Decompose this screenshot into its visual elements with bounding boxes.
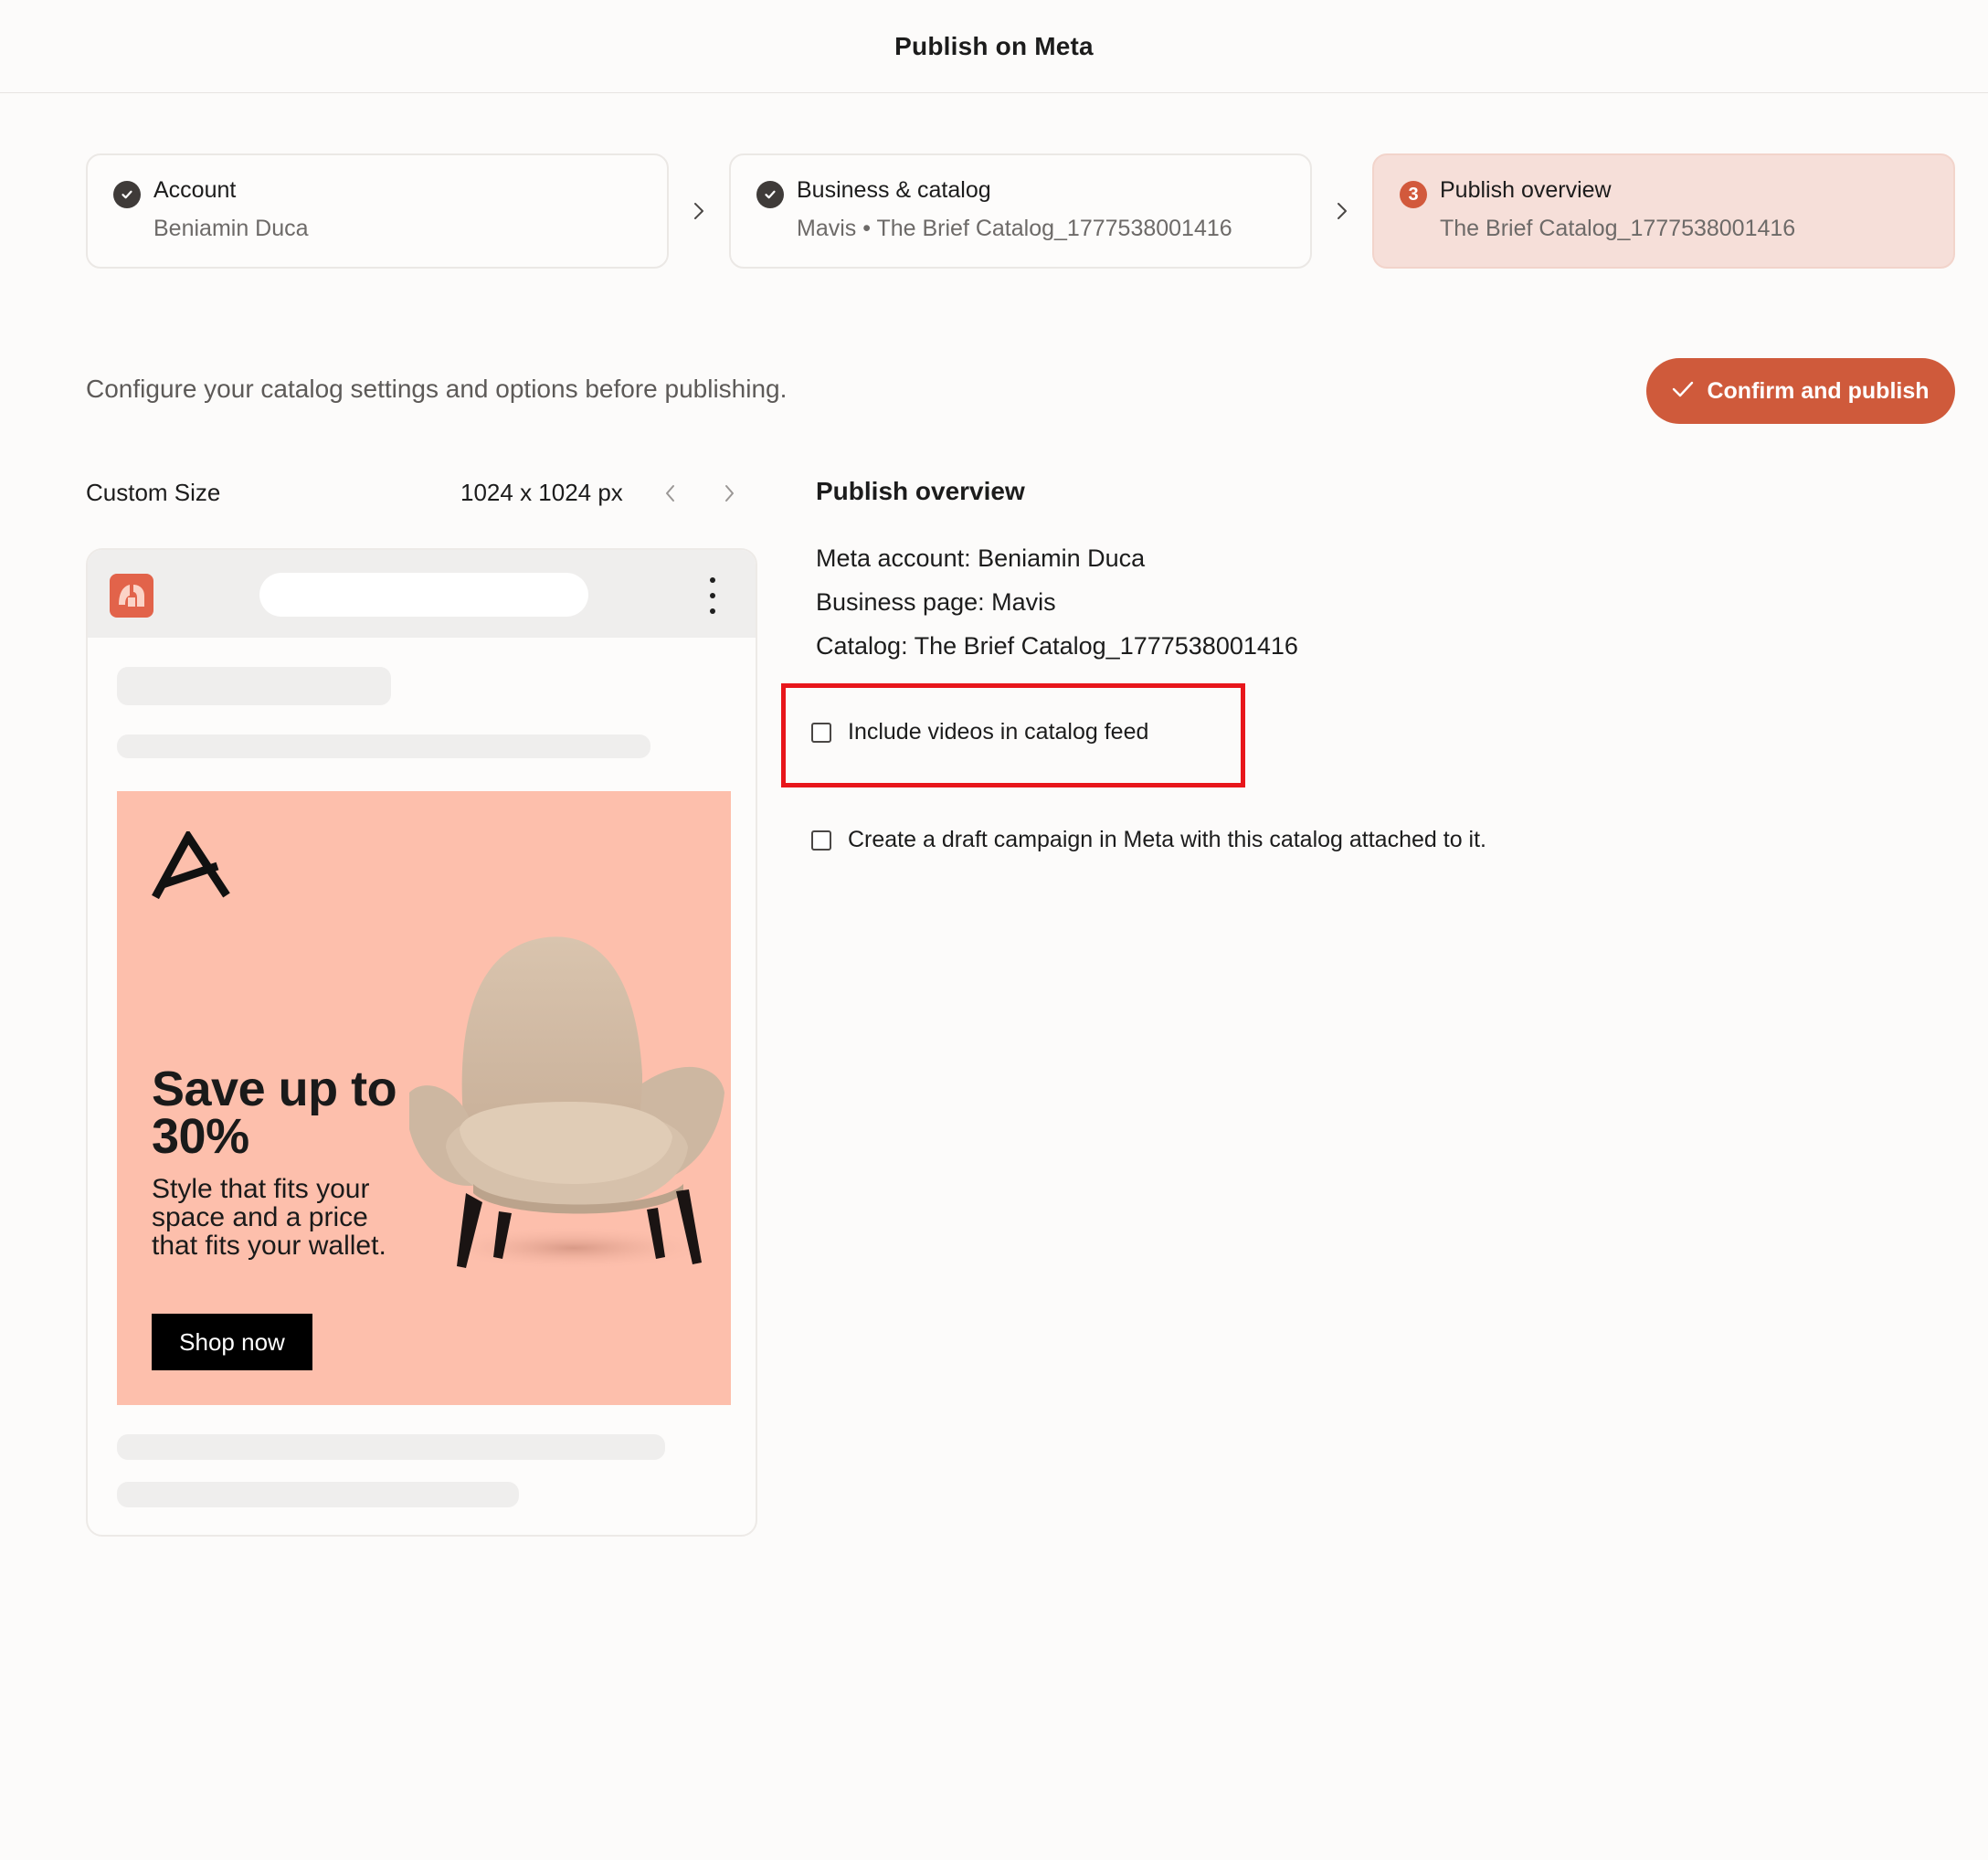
step-account[interactable]: Account Beniamin Duca	[86, 153, 669, 269]
preview-header	[88, 550, 756, 638]
step-business-catalog[interactable]: Business & catalog Mavis • The Brief Cat…	[729, 153, 1312, 269]
step-subtitle: Beniamin Duca	[153, 216, 309, 241]
address-bar	[259, 573, 588, 617]
option-label: Create a draft campaign in Meta with thi…	[848, 827, 1486, 852]
chevron-right-icon[interactable]	[716, 481, 742, 506]
size-value: 1024 x 1024 px	[460, 479, 623, 506]
include-videos-checkbox[interactable]	[811, 722, 831, 743]
check-circle-icon	[756, 181, 784, 208]
ad-preview-card: Save up to 30% Style that fits your spac…	[86, 548, 757, 1537]
size-label: Custom Size	[86, 479, 221, 506]
step-subtitle: Mavis • The Brief Catalog_1777538001416	[797, 216, 1232, 241]
step-title: Account	[153, 177, 237, 203]
shop-now-button[interactable]: Shop now	[152, 1314, 312, 1370]
ad-body: Style that fits your space and a price t…	[152, 1174, 386, 1261]
step-publish-overview[interactable]: 3 Publish overview The Brief Catalog_177…	[1372, 153, 1955, 269]
page-title: Publish on Meta	[894, 31, 1094, 60]
business-page-line: Business page: Mavis	[816, 588, 1056, 616]
intro-text: Configure your catalog settings and opti…	[86, 375, 788, 403]
skeleton-line	[117, 667, 391, 705]
armchair-image	[409, 919, 729, 1284]
skeleton-line	[117, 1434, 665, 1460]
check-icon	[1672, 378, 1694, 405]
option-label: Include videos in catalog feed	[848, 719, 1149, 745]
ad-headline: Save up to 30%	[152, 1062, 397, 1164]
step-title: Publish overview	[1440, 177, 1612, 203]
include-videos-option[interactable]: Include videos in catalog feed	[811, 719, 1148, 745]
size-selector: Custom Size 1024 x 1024 px	[86, 475, 753, 512]
chevron-right-icon	[669, 153, 729, 269]
draft-campaign-checkbox[interactable]	[811, 830, 831, 851]
step-number-badge: 3	[1400, 181, 1427, 208]
top-bar: Publish on Meta	[0, 0, 1988, 93]
ad-brand-logo-icon	[152, 829, 230, 903]
draft-campaign-option[interactable]: Create a draft campaign in Meta with thi…	[811, 827, 1486, 853]
overview-title: Publish overview	[816, 477, 1025, 505]
skeleton-line	[117, 1482, 519, 1507]
brand-logo-icon	[110, 574, 153, 618]
step-subtitle: The Brief Catalog_1777538001416	[1440, 216, 1796, 241]
step-title: Business & catalog	[797, 177, 991, 203]
chevron-left-icon[interactable]	[658, 481, 683, 506]
check-circle-icon	[113, 181, 141, 208]
stepper: Account Beniamin Duca Business & catalog…	[86, 153, 1955, 269]
confirm-and-publish-button[interactable]: Confirm and publish	[1646, 358, 1955, 424]
confirm-label: Confirm and publish	[1707, 377, 1930, 404]
ad-creative: Save up to 30% Style that fits your spac…	[117, 791, 731, 1405]
more-options-icon[interactable]	[705, 577, 720, 614]
chevron-right-icon	[1312, 153, 1372, 269]
catalog-line: Catalog: The Brief Catalog_1777538001416	[816, 632, 1298, 660]
meta-account-line: Meta account: Beniamin Duca	[816, 544, 1146, 572]
skeleton-line	[117, 734, 650, 758]
